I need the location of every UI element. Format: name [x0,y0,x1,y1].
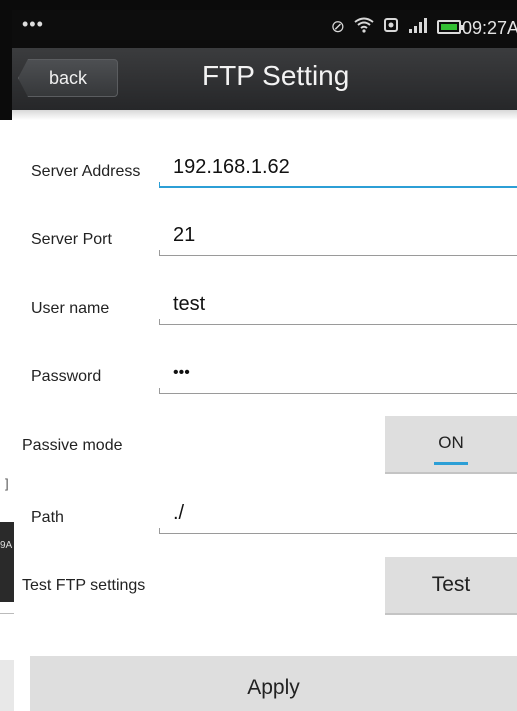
field-tick [159,250,160,256]
photo-edge-top [0,0,517,10]
wifi-icon [354,17,374,36]
apply-button[interactable]: Apply [30,656,517,711]
server-address-label: Server Address [31,163,141,180]
title-bar: back FTP Setting [12,48,517,110]
status-icons: ⊘ [330,17,464,36]
server-port-field[interactable]: 21 [159,220,517,256]
status-time: 09:27A [461,18,517,38]
status-bar: ••• ⊘ 09:27A [12,10,517,48]
field-underline [159,533,517,534]
page-title: FTP Setting [202,60,350,91]
test-button[interactable]: Test [385,557,517,615]
server-port-label: Server Port [31,231,112,248]
server-address-value: 192.168.1.62 [173,156,290,178]
path-label: Path [31,509,64,526]
user-name-value: test [173,293,206,315]
photo-edge-left [0,0,12,120]
battery-icon [437,19,464,34]
field-underline [159,324,517,325]
sim-icon [383,17,399,36]
background-fragment-bracket: ] [5,476,9,491]
test-ftp-label: Test FTP settings [22,577,146,594]
mute-icon: ⊘ [330,17,345,36]
field-tick [159,528,160,534]
signal-icon [408,17,428,36]
passive-mode-toggle-label: ON [438,433,464,452]
background-fragment-text: 9A [0,540,13,551]
password-value: ••• [173,364,190,381]
passive-mode-toggle[interactable]: ON [385,416,517,474]
user-name-field[interactable]: test [159,289,517,325]
field-tick [159,388,160,394]
user-name-label: User name [31,300,110,317]
notification-dots: ••• [22,14,44,34]
title-bar-shadow [12,110,517,120]
field-underline [159,186,517,188]
background-fragment-light [0,660,14,711]
path-field[interactable]: ./ [159,498,517,534]
back-button[interactable]: back [18,59,118,97]
ftp-setting-screen: ••• ⊘ 09:27A back FTP Setting Server Add… [0,0,517,711]
toggle-indicator [433,462,469,465]
field-underline [159,393,517,394]
path-value: ./ [173,502,185,524]
server-port-value: 21 [173,224,196,246]
passive-mode-label: Passive mode [22,437,123,454]
password-field[interactable]: ••• [159,358,517,394]
server-address-field[interactable]: 192.168.1.62 [159,152,517,188]
field-tick [159,182,160,188]
password-label: Password [31,368,102,385]
background-fragment-dark: 9A [0,522,14,602]
background-fragment-line [0,613,14,614]
field-tick [159,319,160,325]
field-underline [159,255,517,256]
